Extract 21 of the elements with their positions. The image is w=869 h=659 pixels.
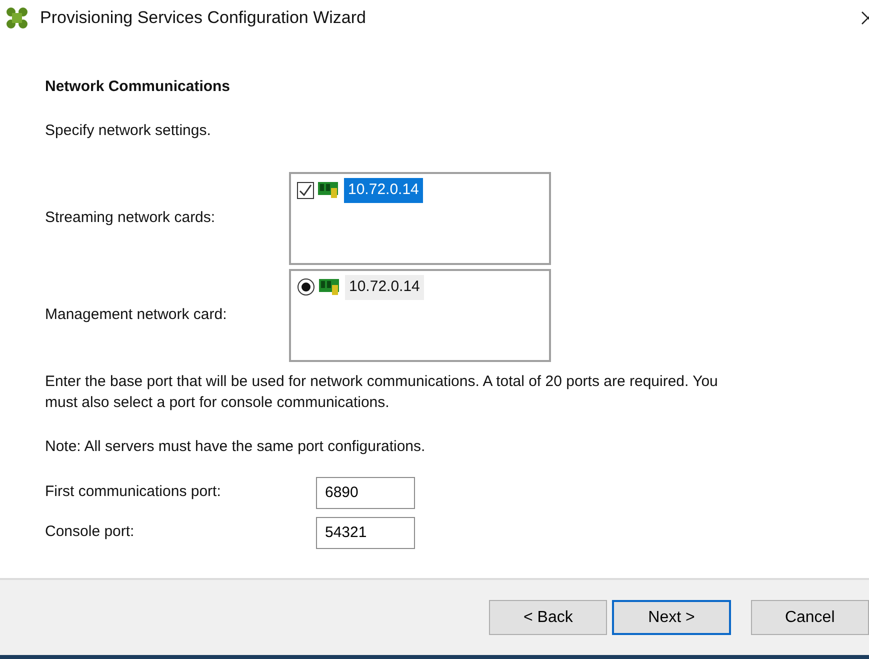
wizard-button[interactable]: Next > — [612, 600, 731, 635]
list-item[interactable]: 10.72.0.14 — [345, 275, 424, 300]
checkbox[interactable] — [297, 182, 314, 199]
input-field[interactable]: 6890 — [316, 476, 415, 508]
field-label: Console port: — [45, 522, 136, 542]
subtitle-text: Specify network settings. — [45, 120, 212, 140]
network-card-icon — [318, 277, 342, 298]
wizard-button[interactable]: < Back — [489, 600, 608, 635]
list-item[interactable]: 10.72.0.14 — [344, 178, 423, 202]
network-card-icon — [317, 180, 341, 200]
field-label: Streaming network cards: — [45, 208, 216, 228]
field-label: Management network card: — [45, 305, 228, 326]
wizard-button[interactable]: Cancel — [750, 600, 869, 635]
field-label: First communications port: — [45, 482, 222, 502]
note-text: Note: All servers must have the same port configurations. — [45, 437, 426, 457]
radio-button[interactable] — [297, 278, 315, 296]
description-text: Enter the base port that will be used for network communications. A total of 20 ports are required. You must also select a port for console communications. — [45, 372, 719, 413]
section-heading: Network Communications — [45, 77, 232, 97]
window-title: Provisioning Services Configuration Wizard — [40, 6, 366, 29]
input-field[interactable]: 54321 — [316, 516, 415, 548]
app-logo-icon — [6, 6, 28, 28]
